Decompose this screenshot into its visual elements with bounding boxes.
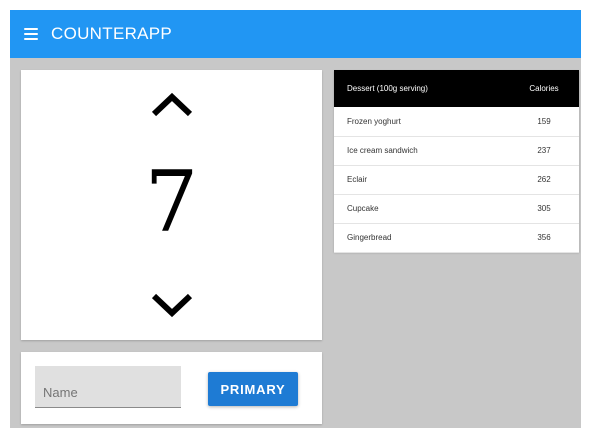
table-row[interactable]: Cupcake 305 — [334, 194, 579, 224]
dessert-cell: Eclair — [334, 165, 509, 195]
table-row[interactable]: Eclair 262 — [334, 165, 579, 195]
primary-button[interactable]: PRIMARY — [208, 372, 298, 406]
name-form-card: PRIMARY — [21, 352, 322, 424]
calories-cell: 356 — [509, 223, 579, 253]
chevron-up-icon[interactable] — [150, 90, 194, 123]
app-title: COUNTERAPP — [51, 24, 173, 43]
dessert-cell: Cupcake — [334, 194, 509, 224]
name-input[interactable] — [35, 366, 181, 408]
counter-value: 7 — [144, 153, 199, 251]
chevron-down-icon[interactable] — [150, 292, 194, 325]
calories-cell: 237 — [509, 136, 579, 166]
calories-cell: 305 — [509, 194, 579, 224]
main-content: 7 PRIMARY Dessert (100g serving) Calorie… — [10, 58, 581, 428]
dessert-table: Dessert (100g serving) Calories Frozen y… — [334, 70, 579, 253]
column-header-calories: Calories — [509, 70, 579, 107]
calories-cell: 262 — [509, 165, 579, 195]
column-header-dessert: Dessert (100g serving) — [334, 70, 509, 107]
app-bar: COUNTERAPP — [10, 10, 581, 58]
counter-card: 7 — [21, 70, 322, 340]
calories-cell: 159 — [509, 107, 579, 137]
hamburger-menu-icon[interactable] — [24, 28, 38, 40]
dessert-cell: Ice cream sandwich — [334, 136, 509, 166]
dessert-cell: Frozen yoghurt — [334, 107, 509, 137]
table-row[interactable]: Frozen yoghurt 159 — [334, 107, 579, 137]
table-row[interactable]: Gingerbread 356 — [334, 223, 579, 253]
dessert-table-card: Dessert (100g serving) Calories Frozen y… — [334, 70, 579, 253]
table-header-row: Dessert (100g serving) Calories — [334, 70, 579, 107]
dessert-cell: Gingerbread — [334, 223, 509, 253]
table-row[interactable]: Ice cream sandwich 237 — [334, 136, 579, 166]
